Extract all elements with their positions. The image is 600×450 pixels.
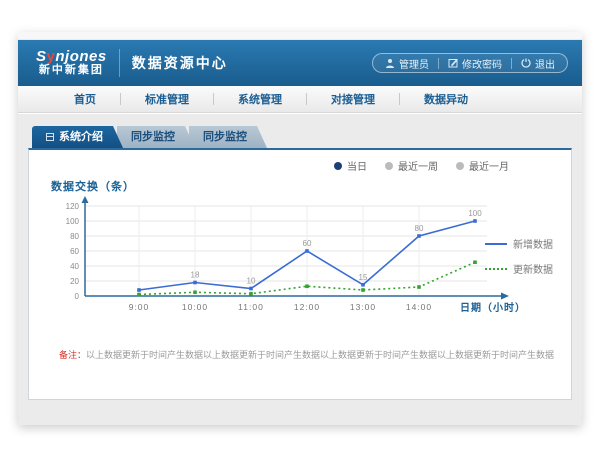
legend-label: 新增数据 — [513, 236, 553, 251]
y-axis-label: 数据交换（条） — [51, 178, 135, 194]
nav-item-home[interactable]: 首页 — [50, 91, 120, 107]
tab-label: 同步监控 — [203, 126, 247, 148]
window-top-strip — [18, 32, 582, 40]
nav-item-system-mgmt[interactable]: 系统管理 — [214, 91, 306, 107]
radio-today[interactable]: 当日 — [334, 158, 367, 173]
logo: Synjones 新中新集团 — [36, 49, 107, 76]
svg-text:100: 100 — [66, 217, 80, 226]
radio-dot — [385, 162, 393, 170]
svg-text:20: 20 — [70, 277, 79, 286]
svg-text:80: 80 — [415, 224, 424, 233]
tab-system-intro[interactable]: 系统介绍 — [32, 126, 123, 148]
footnote: 备注：以上数据更新于时间产生数据以上数据更新于时间产生数据以上数据更新于时间产生… — [59, 348, 555, 361]
svg-text:15: 15 — [359, 273, 368, 282]
user-name[interactable]: 管理员 — [385, 56, 429, 71]
range-filter: 当日 最近一周 最近一月 — [334, 158, 509, 173]
svg-text:80: 80 — [70, 232, 79, 241]
logout-label: 退出 — [535, 56, 555, 71]
svg-text:9:00: 9:00 — [129, 302, 150, 312]
power-icon — [521, 58, 531, 68]
user-menu: 管理员 修改密码 退出 — [372, 53, 568, 73]
tab-sync-monitor-1[interactable]: 同步监控 — [117, 126, 195, 148]
svg-text:11:00: 11:00 — [238, 302, 264, 312]
legend-item-updated-data: 更新数据 — [485, 261, 553, 276]
svg-text:120: 120 — [66, 202, 80, 211]
legend-item-new-data: 新增数据 — [485, 236, 553, 251]
brand-divider — [119, 49, 120, 77]
svg-text:13:00: 13:00 — [350, 302, 376, 312]
logo-wordmark: Synjones — [36, 49, 107, 65]
app-header: Synjones 新中新集团 数据资源中心 管理员 修改密码 退出 — [18, 40, 582, 86]
app-window: Synjones 新中新集团 数据资源中心 管理员 修改密码 退出 首页 — [18, 32, 582, 425]
logo-company-name: 新中新集团 — [36, 65, 107, 77]
content-area: 系统介绍 同步监控 同步监控 当日 最近一周 — [18, 114, 582, 425]
main-nav: 首页 标准管理 系统管理 对接管理 数据异动 — [18, 86, 582, 113]
radio-label: 最近一周 — [398, 158, 438, 173]
radio-dot — [334, 162, 342, 170]
svg-text:18: 18 — [191, 271, 200, 280]
edit-icon — [448, 58, 458, 68]
radio-dot — [456, 162, 464, 170]
tab-bar: 系统介绍 同步监控 同步监控 — [28, 126, 572, 148]
user-name-label: 管理员 — [399, 56, 429, 71]
nav-item-interface-mgmt[interactable]: 对接管理 — [307, 91, 399, 107]
footnote-text: 以上数据更新于时间产生数据以上数据更新于时间产生数据以上数据更新于时间产生数据以… — [86, 350, 555, 360]
svg-text:12:00: 12:00 — [294, 302, 320, 312]
user-icon — [385, 58, 395, 68]
nav-item-standard-mgmt[interactable]: 标准管理 — [121, 91, 213, 107]
document-icon — [46, 133, 54, 141]
svg-text:10: 10 — [247, 277, 256, 286]
legend-swatch-dotted — [485, 268, 507, 270]
pill-divider — [438, 58, 439, 69]
legend-label: 更新数据 — [513, 261, 553, 276]
radio-label: 最近一月 — [469, 158, 509, 173]
footnote-label: 备注： — [59, 350, 86, 360]
radio-label: 当日 — [347, 158, 367, 173]
tab-label: 系统介绍 — [59, 126, 103, 148]
legend-swatch-solid — [485, 243, 507, 245]
svg-text:14:00: 14:00 — [406, 302, 432, 312]
svg-text:60: 60 — [303, 239, 312, 248]
svg-text:40: 40 — [70, 262, 79, 271]
radio-last-month[interactable]: 最近一月 — [456, 158, 509, 173]
brand: Synjones 新中新集团 数据资源中心 — [36, 49, 228, 77]
svg-text:日期（小时）: 日期（小时） — [460, 301, 526, 314]
svg-text:0: 0 — [75, 292, 80, 301]
chart-legend: 新增数据 更新数据 — [485, 236, 553, 286]
tab-label: 同步监控 — [131, 126, 175, 148]
svg-text:60: 60 — [70, 247, 79, 256]
change-password-label: 修改密码 — [462, 56, 502, 71]
logout-button[interactable]: 退出 — [521, 56, 555, 71]
page-title: 数据资源中心 — [132, 53, 228, 73]
pill-divider — [511, 58, 512, 69]
chart-panel: 当日 最近一周 最近一月 数据交换（条） 0 20 40 60 80 100 120 9:00… — [28, 148, 572, 400]
svg-text:10:00: 10:00 — [182, 302, 208, 312]
change-password-button[interactable]: 修改密码 — [448, 56, 502, 71]
line-chart: 0 20 40 60 80 100 120 9:00 10:00 11:00 12:00 13:00 1… — [39, 194, 531, 326]
svg-text:100: 100 — [468, 209, 482, 218]
radio-last-week[interactable]: 最近一周 — [385, 158, 438, 173]
nav-item-data-change[interactable]: 数据异动 — [400, 91, 492, 107]
tab-sync-monitor-2[interactable]: 同步监控 — [189, 126, 267, 148]
